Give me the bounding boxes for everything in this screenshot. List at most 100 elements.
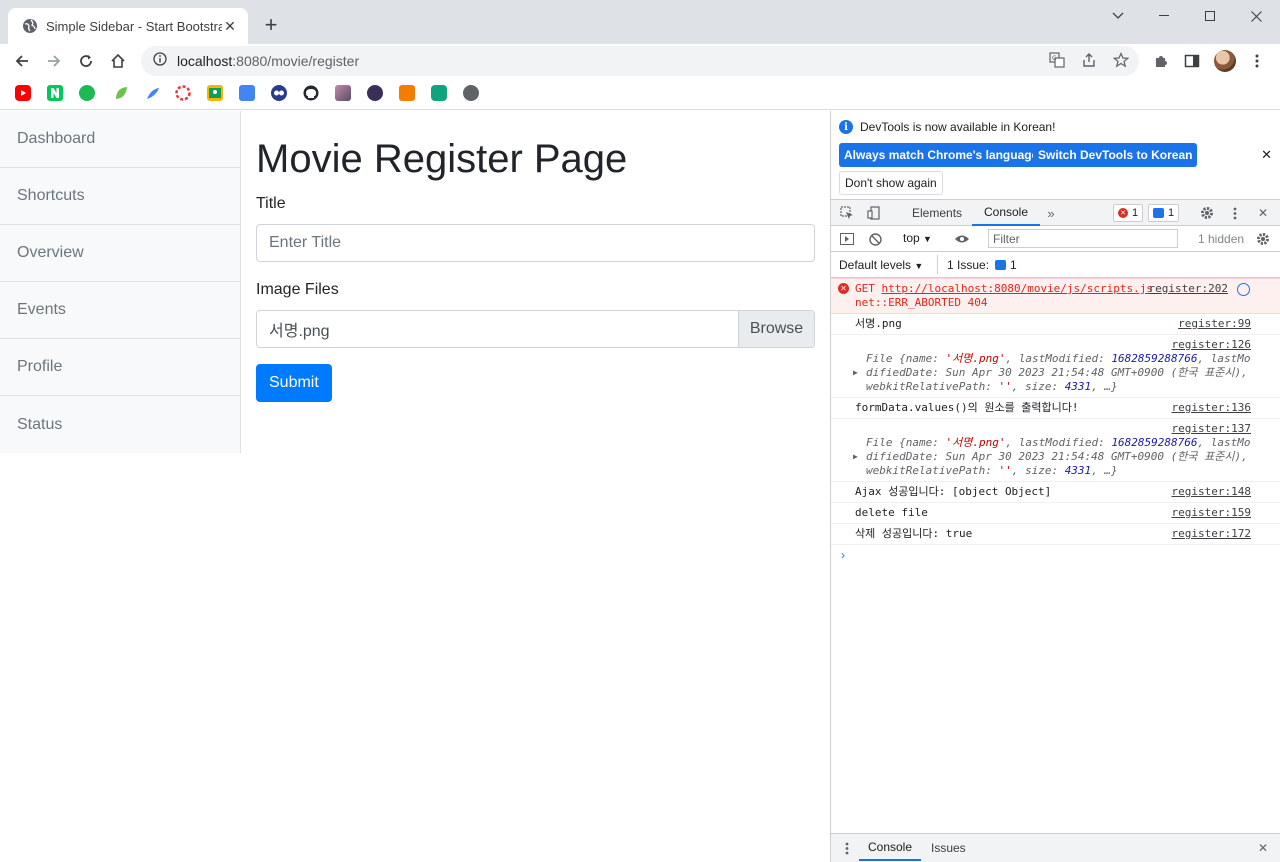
sidebar-item-overview[interactable]: Overview <box>0 225 240 282</box>
github-bookmark-icon[interactable] <box>303 85 319 101</box>
address-bar[interactable]: localhost:8080/movie/register <box>141 46 1139 76</box>
log-levels-dropdown[interactable]: Default levels ▼ <box>839 258 923 272</box>
tab-console[interactable]: Console <box>972 200 1040 226</box>
window-close-icon[interactable] <box>1233 0 1279 32</box>
sidebar-toggle-icon[interactable] <box>839 231 855 247</box>
console-object-row[interactable]: register:137 ▶ File {name: '서명.png', las… <box>831 419 1280 482</box>
lifebuoy-bookmark-icon[interactable] <box>175 85 191 101</box>
devtools-panel: i DevTools is now available in Korean! A… <box>830 111 1280 862</box>
always-match-language-button[interactable]: Always match Chrome's language <box>839 143 1044 167</box>
sidebar: Dashboard Shortcuts Overview Events Prof… <box>0 111 241 453</box>
drawer-tab-issues[interactable]: Issues <box>931 835 966 861</box>
console-log-row: Ajax 성공입니다: [object Object] register:148 <box>831 482 1280 503</box>
avatar-bookmark-icon[interactable] <box>367 85 383 101</box>
reload-icon[interactable] <box>72 47 100 75</box>
live-expression-eye-icon[interactable] <box>954 231 970 247</box>
close-drawer-icon[interactable]: ✕ <box>1255 840 1271 856</box>
network-request-icon[interactable] <box>1237 283 1250 296</box>
browser-tab-strip: Simple Sidebar - Start Bootstrap ✕ + <box>0 0 1280 44</box>
leaf-bookmark-icon[interactable] <box>113 85 129 101</box>
drawer-menu-icon[interactable] <box>839 840 855 856</box>
source-link[interactable]: register:172 <box>1172 527 1251 541</box>
dropdown-caret-icon: ▼ <box>923 234 932 244</box>
clear-console-icon[interactable] <box>867 231 883 247</box>
dont-show-again-button[interactable]: Don't show again <box>839 171 943 195</box>
back-arrow-icon[interactable] <box>8 47 36 75</box>
new-tab-icon[interactable]: + <box>258 12 284 38</box>
console-object-row[interactable]: register:126 ▶ File {name: '서명.png', las… <box>831 335 1280 398</box>
device-toolbar-icon[interactable] <box>866 205 882 221</box>
site-info-icon[interactable] <box>153 51 167 71</box>
globe-bookmark-icon[interactable] <box>463 85 479 101</box>
minimize-icon[interactable] <box>1141 0 1187 32</box>
sidebar-item-events[interactable]: Events <box>0 282 240 339</box>
orange-cube-bookmark-icon[interactable] <box>399 85 415 101</box>
chatgpt-bookmark-icon[interactable] <box>431 85 447 101</box>
source-link[interactable]: register:159 <box>1172 506 1251 520</box>
expand-triangle-icon[interactable]: ▶ <box>853 450 858 464</box>
title-input[interactable]: Enter Title <box>256 224 815 262</box>
sidebar-item-profile[interactable]: Profile <box>0 339 240 396</box>
green-circle-bookmark-icon[interactable] <box>79 85 95 101</box>
close-notice-icon[interactable]: ✕ <box>1261 147 1272 163</box>
drawer-tab-console[interactable]: Console <box>859 835 921 861</box>
message-count-badge[interactable]: 1 <box>1148 204 1180 222</box>
bookmark-star-icon[interactable] <box>1110 49 1132 71</box>
profile-avatar[interactable] <box>1212 48 1238 74</box>
issues-button[interactable]: 1 Issue: 1 <box>937 255 1017 274</box>
inspect-element-icon[interactable] <box>839 205 855 221</box>
sidebar-item-dashboard[interactable]: Dashboard <box>0 111 240 168</box>
source-link[interactable]: register:137 <box>1172 422 1251 436</box>
close-devtools-icon[interactable]: ✕ <box>1255 205 1271 221</box>
error-count-badge[interactable]: ✕ 1 <box>1113 204 1144 222</box>
switch-to-korean-button[interactable]: Switch DevTools to Korean <box>1033 143 1198 167</box>
console-error-row: ✕ GET http://localhost:8080/movie/js/scr… <box>831 278 1280 314</box>
tab-search-icon[interactable] <box>1095 0 1141 32</box>
error-url-link[interactable]: http://localhost:8080/movie/js/scripts.j… <box>882 282 1154 295</box>
console-toolbar: top ▼ Filter 1 hidden <box>831 226 1280 252</box>
tab-close-icon[interactable]: ✕ <box>222 18 238 34</box>
browser-tab[interactable]: Simple Sidebar - Start Bootstrap ✕ <box>8 8 248 44</box>
forward-arrow-icon[interactable] <box>40 47 68 75</box>
selected-file-name: 서명.png <box>269 323 330 340</box>
more-tabs-icon[interactable]: » <box>1043 205 1059 221</box>
web-page: Dashboard Shortcuts Overview Events Prof… <box>0 111 830 862</box>
settings-gear-icon[interactable] <box>1199 205 1215 221</box>
youtube-bookmark-icon[interactable] <box>15 85 31 101</box>
extensions-puzzle-icon[interactable] <box>1148 48 1174 74</box>
title-label: Title <box>256 195 286 212</box>
browse-button[interactable]: Browse <box>738 311 814 347</box>
feather-bookmark-icon[interactable] <box>145 85 161 101</box>
chrome-menu-icon[interactable] <box>1244 48 1270 74</box>
devtools-menu-icon[interactable] <box>1227 205 1243 221</box>
console-filter-input[interactable]: Filter <box>988 229 1178 248</box>
source-link[interactable]: register:202 <box>1149 282 1228 296</box>
naver-bookmark-icon[interactable] <box>47 85 63 101</box>
page-title: Movie Register Page <box>256 137 628 181</box>
image-file-input[interactable]: 서명.png Browse <box>256 310 815 348</box>
console-levels-bar: Default levels ▼ 1 Issue: 1 <box>831 252 1280 278</box>
sidebar-item-shortcuts[interactable]: Shortcuts <box>0 168 240 225</box>
notice-text: DevTools is now available in Korean! <box>860 120 1056 134</box>
translate-icon[interactable]: G <box>1046 49 1068 71</box>
source-link[interactable]: register:99 <box>1178 317 1251 331</box>
share-icon[interactable] <box>1078 49 1100 71</box>
classroom-bookmark-icon[interactable] <box>207 85 223 101</box>
source-link[interactable]: register:126 <box>1172 338 1251 352</box>
photo-bookmark-icon[interactable] <box>335 85 351 101</box>
context-selector[interactable]: top ▼ <box>903 231 932 245</box>
console-settings-gear-icon[interactable] <box>1255 231 1271 247</box>
tab-elements[interactable]: Elements <box>912 200 962 226</box>
side-panel-icon[interactable] <box>1179 48 1205 74</box>
home-icon[interactable] <box>104 47 132 75</box>
blue-square-bookmark-icon[interactable] <box>239 85 255 101</box>
source-link[interactable]: register:136 <box>1172 401 1251 415</box>
owl-bookmark-icon[interactable] <box>271 85 287 101</box>
console-prompt-icon[interactable]: › <box>831 545 1280 565</box>
error-icon: ✕ <box>1118 208 1128 218</box>
maximize-icon[interactable] <box>1187 0 1233 32</box>
submit-button[interactable]: Submit <box>256 364 332 402</box>
source-link[interactable]: register:148 <box>1172 485 1251 499</box>
expand-triangle-icon[interactable]: ▶ <box>853 366 858 380</box>
sidebar-item-status[interactable]: Status <box>0 396 240 453</box>
